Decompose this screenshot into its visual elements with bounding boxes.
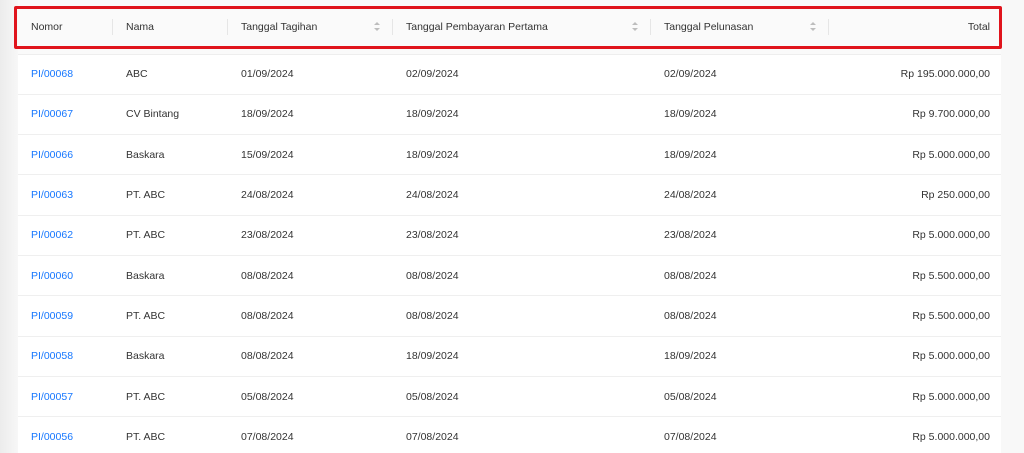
settlement-date-cell: 07/08/2024 xyxy=(651,416,829,453)
column-header-label: Tanggal Pembayaran Pertama xyxy=(406,20,548,33)
customer-name-cell: PT. ABC xyxy=(113,416,228,453)
customer-name-cell: PT. ABC xyxy=(113,174,228,216)
invoice-number-link[interactable]: PI/00068 xyxy=(18,54,113,95)
column-header-nomor: Nomor xyxy=(18,0,113,55)
invoice-table-card: Nomor Nama Tanggal Tagihan Tanggal Pemba… xyxy=(18,0,1001,453)
settlement-date-cell: 05/08/2024 xyxy=(651,376,829,418)
invoice-number-link[interactable]: PI/00059 xyxy=(18,295,113,337)
column-header-tanggal-pelunasan[interactable]: Tanggal Pelunasan xyxy=(651,0,829,55)
customer-name-cell: PT. ABC xyxy=(113,215,228,256)
invoice-date-cell: 08/08/2024 xyxy=(228,295,393,337)
invoice-number-link[interactable]: PI/00058 xyxy=(18,336,113,377)
invoice-number-link[interactable]: PI/00063 xyxy=(18,174,113,216)
customer-name-cell: PT. ABC xyxy=(113,295,228,337)
invoice-date-cell: 01/09/2024 xyxy=(228,54,393,95)
column-header-label: Total xyxy=(967,20,990,33)
table-row: PI/00056 PT. ABC 07/08/2024 07/08/2024 0… xyxy=(18,416,1001,453)
settlement-date-cell: 18/09/2024 xyxy=(651,94,829,136)
total-amount-cell: Rp 9.700.000,00 xyxy=(829,94,1001,136)
sort-icon[interactable] xyxy=(632,21,638,33)
invoice-date-cell: 05/08/2024 xyxy=(228,376,393,418)
invoice-number-link[interactable]: PI/00060 xyxy=(18,255,113,297)
column-header-label: Tanggal Pelunasan xyxy=(664,20,754,33)
invoice-date-cell: 08/08/2024 xyxy=(228,255,393,297)
table-row: PI/00068 ABC 01/09/2024 02/09/2024 02/09… xyxy=(18,54,1001,95)
total-amount-cell: Rp 5.000.000,00 xyxy=(829,134,1001,176)
table-body: PI/00068 ABC 01/09/2024 02/09/2024 02/09… xyxy=(18,54,1001,453)
invoice-date-cell: 23/08/2024 xyxy=(228,215,393,256)
first-payment-date-cell: 24/08/2024 xyxy=(393,174,651,216)
table-row: PI/00062 PT. ABC 23/08/2024 23/08/2024 2… xyxy=(18,215,1001,256)
settlement-date-cell: 02/09/2024 xyxy=(651,54,829,95)
invoice-date-cell: 08/08/2024 xyxy=(228,336,393,377)
invoice-date-cell: 18/09/2024 xyxy=(228,94,393,136)
column-header-label: Tanggal Tagihan xyxy=(241,20,318,33)
table-row: PI/00057 PT. ABC 05/08/2024 05/08/2024 0… xyxy=(18,376,1001,418)
invoice-date-cell: 07/08/2024 xyxy=(228,416,393,453)
total-amount-cell: Rp 5.000.000,00 xyxy=(829,376,1001,418)
right-gutter xyxy=(1001,0,1024,453)
invoice-table: Nomor Nama Tanggal Tagihan Tanggal Pemba… xyxy=(18,0,1001,453)
invoice-number-link[interactable]: PI/00057 xyxy=(18,376,113,418)
settlement-date-cell: 08/08/2024 xyxy=(651,255,829,297)
first-payment-date-cell: 07/08/2024 xyxy=(393,416,651,453)
first-payment-date-cell: 18/09/2024 xyxy=(393,336,651,377)
first-payment-date-cell: 05/08/2024 xyxy=(393,376,651,418)
table-row: PI/00060 Baskara 08/08/2024 08/08/2024 0… xyxy=(18,255,1001,297)
customer-name-cell: Baskara xyxy=(113,336,228,377)
total-amount-cell: Rp 5.000.000,00 xyxy=(829,336,1001,377)
sort-icon[interactable] xyxy=(374,21,380,33)
settlement-date-cell: 24/08/2024 xyxy=(651,174,829,216)
column-header-total: Total xyxy=(829,0,1001,55)
table-row: PI/00058 Baskara 08/08/2024 18/09/2024 1… xyxy=(18,336,1001,377)
invoice-date-cell: 15/09/2024 xyxy=(228,134,393,176)
column-header-nama: Nama xyxy=(113,0,228,55)
total-amount-cell: Rp 5.000.000,00 xyxy=(829,416,1001,453)
invoice-date-cell: 24/08/2024 xyxy=(228,174,393,216)
column-header-label: Nomor xyxy=(31,20,63,33)
table-row: PI/00067 CV Bintang 18/09/2024 18/09/202… xyxy=(18,94,1001,136)
customer-name-cell: ABC xyxy=(113,54,228,95)
column-header-tanggal-pembayaran-pertama[interactable]: Tanggal Pembayaran Pertama xyxy=(393,0,651,55)
table-row: PI/00066 Baskara 15/09/2024 18/09/2024 1… xyxy=(18,134,1001,176)
first-payment-date-cell: 18/09/2024 xyxy=(393,134,651,176)
customer-name-cell: PT. ABC xyxy=(113,376,228,418)
column-header-label: Nama xyxy=(126,20,155,33)
table-header: Nomor Nama Tanggal Tagihan Tanggal Pemba… xyxy=(18,0,1001,55)
first-payment-date-cell: 23/08/2024 xyxy=(393,215,651,256)
total-amount-cell: Rp 195.000.000,00 xyxy=(829,54,1001,95)
first-payment-date-cell: 02/09/2024 xyxy=(393,54,651,95)
first-payment-date-cell: 08/08/2024 xyxy=(393,295,651,337)
total-amount-cell: Rp 250.000,00 xyxy=(829,174,1001,216)
first-payment-date-cell: 08/08/2024 xyxy=(393,255,651,297)
sort-icon[interactable] xyxy=(810,21,816,33)
page: Nomor Nama Tanggal Tagihan Tanggal Pemba… xyxy=(0,0,1024,453)
total-amount-cell: Rp 5.500.000,00 xyxy=(829,295,1001,337)
total-amount-cell: Rp 5.000.000,00 xyxy=(829,215,1001,256)
column-header-tanggal-tagihan[interactable]: Tanggal Tagihan xyxy=(228,0,393,55)
invoice-number-link[interactable]: PI/00056 xyxy=(18,416,113,453)
settlement-date-cell: 18/09/2024 xyxy=(651,336,829,377)
invoice-number-link[interactable]: PI/00062 xyxy=(18,215,113,256)
customer-name-cell: Baskara xyxy=(113,255,228,297)
left-gutter xyxy=(0,0,18,453)
total-amount-cell: Rp 5.500.000,00 xyxy=(829,255,1001,297)
invoice-number-link[interactable]: PI/00066 xyxy=(18,134,113,176)
settlement-date-cell: 23/08/2024 xyxy=(651,215,829,256)
first-payment-date-cell: 18/09/2024 xyxy=(393,94,651,136)
settlement-date-cell: 18/09/2024 xyxy=(651,134,829,176)
settlement-date-cell: 08/08/2024 xyxy=(651,295,829,337)
invoice-number-link[interactable]: PI/00067 xyxy=(18,94,113,136)
table-row: PI/00059 PT. ABC 08/08/2024 08/08/2024 0… xyxy=(18,295,1001,337)
customer-name-cell: CV Bintang xyxy=(113,94,228,136)
header-row: Nomor Nama Tanggal Tagihan Tanggal Pemba… xyxy=(18,0,1001,55)
table-row: PI/00063 PT. ABC 24/08/2024 24/08/2024 2… xyxy=(18,174,1001,216)
customer-name-cell: Baskara xyxy=(113,134,228,176)
